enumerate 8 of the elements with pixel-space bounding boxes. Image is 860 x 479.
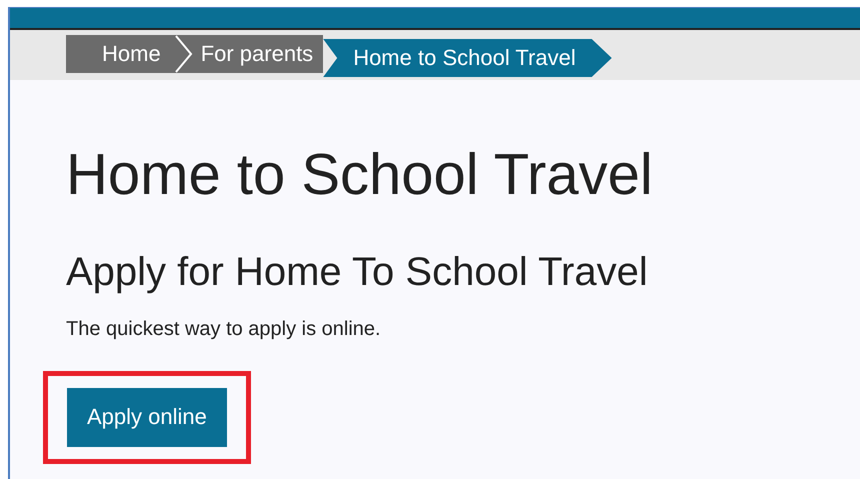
intro-text: The quickest way to apply is online. (66, 318, 382, 341)
section-heading: Apply for Home To School Travel (66, 248, 649, 296)
breadcrumb-current[interactable]: Home to School Travel (323, 39, 612, 77)
chevron-icon (172, 35, 193, 73)
breadcrumb-link[interactable]: Home (66, 35, 173, 73)
apply-button[interactable]: Apply online (67, 388, 227, 447)
breadcrumb-link[interactable]: For parents (192, 35, 324, 73)
page-title: Home to School Travel (66, 141, 654, 209)
